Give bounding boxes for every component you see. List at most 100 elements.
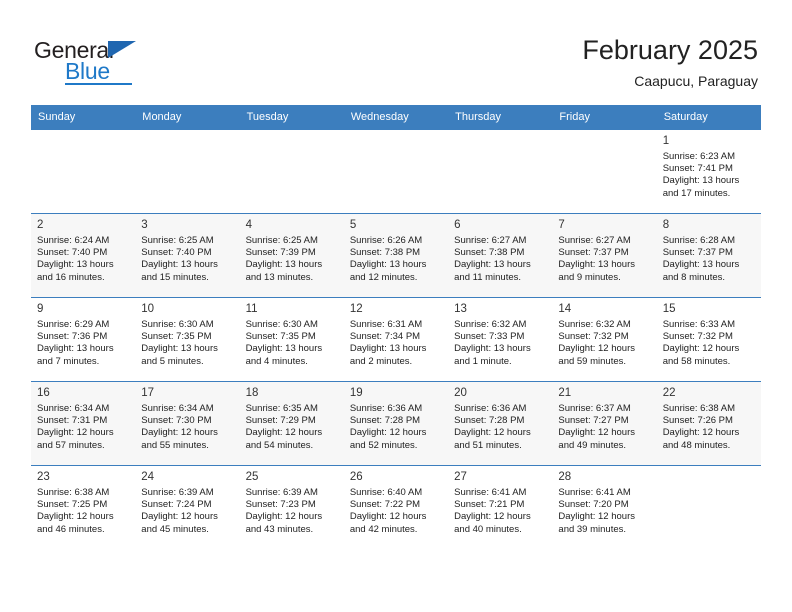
calendar-day-cell[interactable]: 12 Sunrise: 6:31 AM Sunset: 7:34 PM Dayligh… <box>343 297 449 381</box>
day-daylight-2-text: and 55 minutes. <box>141 439 209 451</box>
day-sun-info: Sunrise: 6:25 AM Sunset: 7:40 PM Daylight:… <box>141 235 233 284</box>
day-cell-inner: 26 Sunrise: 6:40 AM Sunset: 7:22 PM Dayligh… <box>343 465 449 549</box>
calendar-header-row: Sunday Monday Tuesday Wednesday Thursday… <box>31 105 761 129</box>
calendar-day-cell[interactable]: 17 Sunrise: 6:34 AM Sunset: 7:30 PM Dayligh… <box>135 381 240 465</box>
calendar-day-cell[interactable]: 6 Sunrise: 6:27 AM Sunset: 7:38 PM Daylight… <box>448 213 553 297</box>
calendar-day-cell[interactable]: 5 Sunrise: 6:26 AM Sunset: 7:38 PM Daylight… <box>343 213 449 297</box>
day-cell-inner: 21 Sunrise: 6:37 AM Sunset: 7:27 PM Dayligh… <box>552 381 657 465</box>
weekday-header-tuesday: Tuesday <box>239 105 344 129</box>
day-sunrise-text: Sunrise: 6:36 AM <box>349 403 423 414</box>
day-cell-inner <box>656 465 761 549</box>
calendar-day-cell[interactable]: 13 Sunrise: 6:32 AM Sunset: 7:33 PM Dayligh… <box>448 297 553 381</box>
calendar-day-cell-empty <box>448 129 553 213</box>
calendar-day-cell[interactable]: 2 Sunrise: 6:24 AM Sunset: 7:40 PM Daylight… <box>31 213 136 297</box>
calendar-day-cell-empty <box>31 129 136 213</box>
calendar-day-cell[interactable]: 8 Sunrise: 6:28 AM Sunset: 7:37 PM Daylight… <box>656 213 761 297</box>
calendar-day-cell[interactable]: 7 Sunrise: 6:27 AM Sunset: 7:37 PM Daylight… <box>552 213 657 297</box>
logo-text-blue: Blue <box>65 58 110 84</box>
calendar-day-cell[interactable]: 1 Sunrise: 6:23 AM Sunset: 7:41 PM Daylight… <box>656 129 761 213</box>
weekday-header-wednesday: Wednesday <box>343 105 449 129</box>
day-daylight-2-text: and 2 minutes. <box>349 355 413 367</box>
day-daylight-2-text: and 58 minutes. <box>662 355 731 367</box>
day-sun-info: Sunrise: 6:41 AM Sunset: 7:21 PM Daylight:… <box>454 487 546 536</box>
day-sunset-text: Sunset: 7:38 PM <box>349 247 421 259</box>
calendar-week-row: 16 Sunrise: 6:34 AM Sunset: 7:31 PM Dayligh… <box>31 381 761 465</box>
day-number: 12 <box>349 303 363 315</box>
day-sun-info: Sunrise: 6:34 AM Sunset: 7:31 PM Daylight:… <box>37 403 129 452</box>
calendar-day-cell[interactable]: 19 Sunrise: 6:36 AM Sunset: 7:28 PM Dayligh… <box>343 381 449 465</box>
day-sun-info: Sunrise: 6:39 AM Sunset: 7:24 PM Daylight:… <box>141 487 233 536</box>
day-sunrise-text: Sunrise: 6:36 AM <box>454 403 527 414</box>
calendar-day-cell[interactable]: 21 Sunrise: 6:37 AM Sunset: 7:27 PM Dayligh… <box>552 381 657 465</box>
day-number: 13 <box>454 303 467 315</box>
calendar-day-cell[interactable]: 15 Sunrise: 6:33 AM Sunset: 7:32 PM Dayligh… <box>656 297 761 381</box>
day-cell-inner: 25 Sunrise: 6:39 AM Sunset: 7:23 PM Dayligh… <box>239 465 344 549</box>
day-sunset-text: Sunset: 7:33 PM <box>454 331 525 343</box>
day-sunset-text: Sunset: 7:28 PM <box>454 415 525 427</box>
calendar-week-row: 2 Sunrise: 6:24 AM Sunset: 7:40 PM Daylight… <box>31 213 761 297</box>
calendar-day-cell[interactable]: 28 Sunrise: 6:41 AM Sunset: 7:20 PM Dayligh… <box>552 465 657 549</box>
calendar-day-cell[interactable]: 9 Sunrise: 6:29 AM Sunset: 7:36 PM Daylight… <box>31 297 136 381</box>
calendar-day-cell[interactable]: 24 Sunrise: 6:39 AM Sunset: 7:24 PM Dayligh… <box>135 465 240 549</box>
day-sun-info: Sunrise: 6:33 AM Sunset: 7:32 PM Daylight:… <box>663 319 755 368</box>
day-sunset-text: Sunset: 7:35 PM <box>245 331 316 343</box>
day-daylight-1-text: Daylight: 13 hours <box>349 343 427 355</box>
calendar-day-cell[interactable]: 16 Sunrise: 6:34 AM Sunset: 7:31 PM Dayligh… <box>31 381 136 465</box>
day-daylight-1-text: Daylight: 12 hours <box>558 343 635 355</box>
day-sunset-text: Sunset: 7:41 PM <box>662 163 733 175</box>
day-daylight-1-text: Daylight: 12 hours <box>662 427 740 439</box>
day-cell-inner: 27 Sunrise: 6:41 AM Sunset: 7:21 PM Dayligh… <box>448 465 553 549</box>
day-cell-inner <box>448 129 553 213</box>
calendar-day-cell[interactable]: 26 Sunrise: 6:40 AM Sunset: 7:22 PM Dayligh… <box>343 465 449 549</box>
day-sunset-text: Sunset: 7:40 PM <box>141 247 212 259</box>
calendar-day-cell-empty <box>656 465 761 549</box>
day-sunrise-text: Sunrise: 6:40 AM <box>349 487 423 498</box>
day-cell-inner: 5 Sunrise: 6:26 AM Sunset: 7:38 PM Daylight… <box>343 213 449 297</box>
day-cell-inner <box>343 129 449 213</box>
day-sun-info: Sunrise: 6:34 AM Sunset: 7:30 PM Daylight:… <box>141 403 233 452</box>
title-block: February 2025 Caapucu, Paraguay <box>582 34 758 91</box>
calendar-day-cell[interactable]: 3 Sunrise: 6:25 AM Sunset: 7:40 PM Daylight… <box>135 213 240 297</box>
day-sun-info: Sunrise: 6:27 AM Sunset: 7:38 PM Daylight:… <box>454 235 546 284</box>
calendar-day-cell[interactable]: 20 Sunrise: 6:36 AM Sunset: 7:28 PM Dayligh… <box>448 381 553 465</box>
calendar-day-cell[interactable]: 18 Sunrise: 6:35 AM Sunset: 7:29 PM Dayligh… <box>239 381 344 465</box>
day-cell-inner <box>552 129 657 213</box>
day-daylight-2-text: and 57 minutes. <box>37 439 105 451</box>
day-sun-info: Sunrise: 6:36 AM Sunset: 7:28 PM Daylight:… <box>454 403 546 452</box>
calendar-day-cell[interactable]: 25 Sunrise: 6:39 AM Sunset: 7:23 PM Dayligh… <box>239 465 344 549</box>
day-sun-info: Sunrise: 6:32 AM Sunset: 7:33 PM Daylight:… <box>454 319 546 368</box>
calendar-day-cell[interactable]: 4 Sunrise: 6:25 AM Sunset: 7:39 PM Daylight… <box>239 213 344 297</box>
calendar-day-cell[interactable]: 22 Sunrise: 6:38 AM Sunset: 7:26 PM Dayligh… <box>656 381 761 465</box>
day-sunset-text: Sunset: 7:27 PM <box>558 415 629 427</box>
calendar-day-cell[interactable]: 23 Sunrise: 6:38 AM Sunset: 7:25 PM Dayligh… <box>31 465 136 549</box>
calendar-day-cell[interactable]: 14 Sunrise: 6:32 AM Sunset: 7:32 PM Dayligh… <box>552 297 657 381</box>
day-sunset-text: Sunset: 7:24 PM <box>141 499 212 511</box>
day-sun-info: Sunrise: 6:36 AM Sunset: 7:28 PM Daylight:… <box>350 403 442 452</box>
day-cell-inner: 6 Sunrise: 6:27 AM Sunset: 7:38 PM Daylight… <box>448 213 553 297</box>
calendar-day-cell[interactable]: 10 Sunrise: 6:30 AM Sunset: 7:35 PM Dayligh… <box>135 297 240 381</box>
calendar-day-cell-empty <box>135 129 240 213</box>
calendar-day-cell[interactable]: 11 Sunrise: 6:30 AM Sunset: 7:35 PM Dayligh… <box>239 297 344 381</box>
calendar-body: 1 Sunrise: 6:23 AM Sunset: 7:41 PM Daylight… <box>31 129 761 549</box>
day-cell-inner: 1 Sunrise: 6:23 AM Sunset: 7:41 PM Daylight… <box>656 129 761 213</box>
day-daylight-2-text: and 13 minutes. <box>245 271 314 283</box>
day-sunrise-text: Sunrise: 6:27 AM <box>558 235 631 246</box>
day-daylight-1-text: Daylight: 12 hours <box>454 511 531 523</box>
day-daylight-2-text: and 52 minutes. <box>349 439 418 451</box>
day-daylight-1-text: Daylight: 12 hours <box>141 511 218 523</box>
general-blue-logo: General Blue <box>34 38 164 86</box>
day-daylight-1-text: Daylight: 13 hours <box>454 343 531 355</box>
day-sun-info: Sunrise: 6:41 AM Sunset: 7:20 PM Daylight:… <box>558 487 650 536</box>
day-daylight-1-text: Daylight: 12 hours <box>454 427 531 439</box>
calendar-day-cell[interactable]: 27 Sunrise: 6:41 AM Sunset: 7:21 PM Dayligh… <box>448 465 553 549</box>
day-sunset-text: Sunset: 7:32 PM <box>662 331 733 343</box>
day-sunrise-text: Sunrise: 6:26 AM <box>349 235 423 246</box>
day-sunset-text: Sunset: 7:21 PM <box>454 499 525 511</box>
day-sunset-text: Sunset: 7:31 PM <box>37 415 108 427</box>
day-number: 17 <box>141 387 155 399</box>
day-sun-info: Sunrise: 6:25 AM Sunset: 7:39 PM Daylight:… <box>246 235 338 284</box>
day-sunset-text: Sunset: 7:39 PM <box>245 247 316 259</box>
day-daylight-2-text: and 59 minutes. <box>558 355 627 367</box>
weekday-header-sunday: Sunday <box>31 105 136 129</box>
day-sun-info: Sunrise: 6:38 AM Sunset: 7:26 PM Daylight:… <box>663 403 755 452</box>
